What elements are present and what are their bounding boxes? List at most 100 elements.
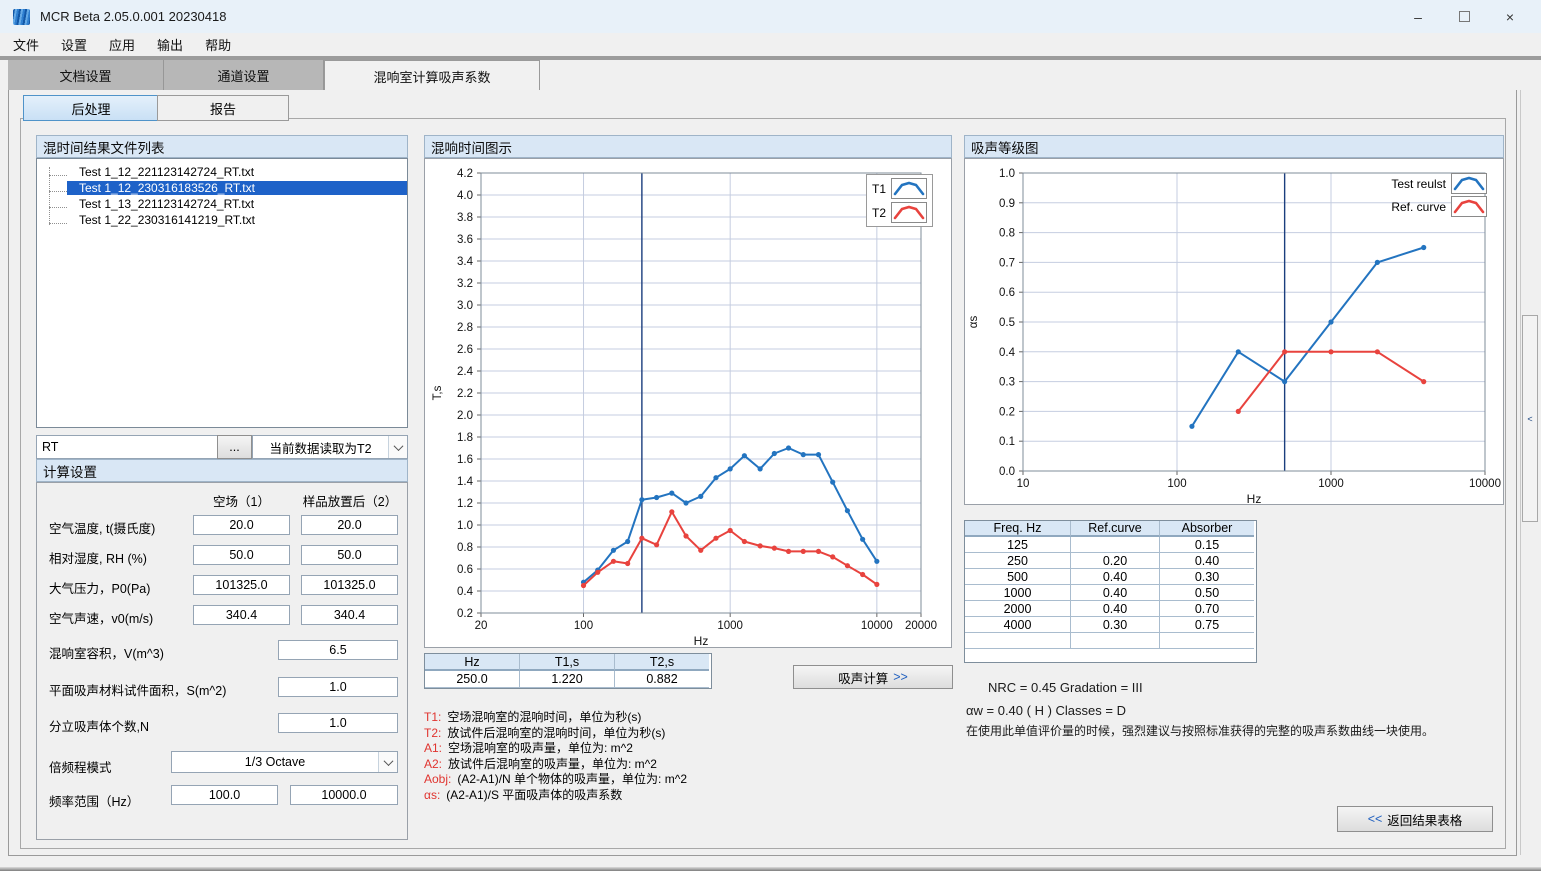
grade-chart-panel-title: 吸声等级图 [964,135,1504,158]
legend-label: Test reulst [1391,177,1446,191]
grade-table-header-cell: Ref.curve [1071,521,1160,537]
calc-field-empty-room[interactable] [193,545,290,565]
grade-table-cell: 0.40 [1071,585,1160,601]
calc-field-with-sample[interactable] [301,545,398,565]
subtab-postprocess[interactable]: 后处理 [23,95,159,121]
tab-0[interactable]: 文档设置 [8,60,164,90]
calc-single-field[interactable] [278,677,398,697]
cursor-table-cell: 0.882 [615,671,709,688]
file-name: Test 1_12_221123142724_RT.txt [67,165,407,179]
window-title: MCR Beta 2.05.0.001 20230418 [40,9,226,24]
svg-text:0.0: 0.0 [999,466,1015,478]
grade-table-cell: 0.30 [1071,617,1160,633]
grade-table-cell: 0.75 [1160,617,1254,633]
svg-text:3.6: 3.6 [457,234,473,246]
definition-text: (A2-A1)/S 平面吸声体的吸声系数 [446,788,622,802]
calc-single-field[interactable] [278,640,398,660]
svg-text:3.8: 3.8 [457,212,473,224]
definition-line: αs:(A2-A1)/S 平面吸声体的吸声系数 [424,786,954,802]
definition-text: 放试件后混响室的吸声量，单位为: m^2 [448,757,657,771]
dropdown-button[interactable] [378,752,397,772]
octave-mode-value: 1/3 Octave [172,755,378,769]
close-button[interactable]: × [1487,0,1533,33]
grade-table-cell: 0.40 [1160,553,1254,569]
grade-table-header-cell: Absorber [1160,521,1254,537]
cursor-table-header-cell: T2,s [615,654,709,671]
freq-max-field[interactable] [290,785,398,805]
file-list-item[interactable]: Test 1_12_230316183526_RT.txt [49,180,407,196]
grade-table-row: 1250.15 [965,537,1256,553]
cursor-table-header-row: HzT1,sT2,s [425,654,711,671]
svg-text:Hz: Hz [1247,492,1262,504]
definition-term: A2: [424,757,442,771]
symbol-definitions: T1:空场混响室的混响时间，单位为秒(s)T2:放试件后混响室的混响时间，单位为… [424,708,954,802]
tree-branch-icon [49,191,67,192]
window-controls: – × [1395,0,1533,33]
legend-row: T2 [872,202,927,223]
subtab-report[interactable]: 报告 [157,95,289,121]
svg-text:0.6: 0.6 [457,564,473,576]
svg-text:100: 100 [574,620,593,632]
menu-item-1[interactable]: 设置 [50,35,98,54]
grade-table-cell: 0.40 [1071,569,1160,585]
calc-field-with-sample[interactable] [301,515,398,535]
rt-file-list[interactable]: Test 1_12_221123142724_RT.txtTest 1_12_2… [36,158,408,428]
grade-table-cell: 2000 [965,601,1071,617]
legend-row: T1 [872,178,927,199]
dropdown-button[interactable] [388,436,407,458]
grade-table-cell: 0.70 [1160,601,1254,617]
definition-line: A1:空场混响室的吸声量，单位为: m^2 [424,739,954,755]
maximize-button[interactable] [1441,0,1487,33]
absorb-calc-button[interactable]: 吸声计算 >> [793,665,953,689]
calc-field-with-sample[interactable] [301,575,398,595]
cursor-table-header-cell: T1,s [520,654,615,671]
file-list-item[interactable]: Test 1_22_230316141219_RT.txt [49,212,407,228]
back-to-results-button[interactable]: << 返回结果表格 [1337,806,1493,832]
close-icon: × [1506,9,1514,25]
svg-text:4.2: 4.2 [457,168,473,180]
calc-field-empty-room[interactable] [193,515,290,535]
maximize-icon [1459,11,1470,22]
svg-text:3.4: 3.4 [457,256,474,268]
calc-single-field[interactable] [278,713,398,733]
rt-name-input[interactable] [36,435,218,459]
grade-table-cell: 0.50 [1160,585,1254,601]
file-list-item[interactable]: Test 1_13_221123142724_RT.txt [49,196,407,212]
svg-text:0.1: 0.1 [999,436,1015,448]
legend-row: Ref. curve [1391,196,1487,217]
svg-text:2.8: 2.8 [457,322,473,334]
data-target-dropdown[interactable]: 当前数据读取为T2 [252,435,408,459]
browse-button[interactable]: ... [217,435,252,459]
grade-table-cell: 250 [965,553,1071,569]
menu-item-2[interactable]: 应用 [98,35,146,54]
definition-line: T1:空场混响室的混响时间，单位为秒(s) [424,708,954,724]
menu-item-4[interactable]: 帮助 [194,35,242,54]
svg-text:0.4: 0.4 [999,347,1016,359]
grade-table-cell [1160,633,1254,649]
collapse-arrow-icon: < [1527,414,1532,424]
calc-field-empty-room[interactable] [193,575,290,595]
collapse-panel-handle[interactable]: < [1522,315,1538,522]
file-list-item[interactable]: Test 1_12_221123142724_RT.txt [49,164,407,180]
freq-min-field[interactable] [171,785,278,805]
menu-item-0[interactable]: 文件 [2,35,50,54]
rt-chart[interactable]: 0.20.40.60.81.01.21.41.61.82.02.22.42.62… [425,159,951,647]
svg-text:2.2: 2.2 [457,388,473,400]
tab-1[interactable]: 通道设置 [164,60,324,90]
octave-mode-label: 倍频程模式 [49,757,112,776]
menu-item-3[interactable]: 输出 [146,35,194,54]
svg-text:4.0: 4.0 [457,190,473,202]
calc-field-with-sample[interactable] [301,605,398,625]
octave-mode-dropdown[interactable]: 1/3 Octave [171,751,398,773]
legend-row: Test reulst [1391,173,1487,194]
rt-chart-legend: T1T2 [866,174,933,227]
tab-2[interactable]: 混响室计算吸声系数 [324,60,540,91]
calc-field-empty-room[interactable] [193,605,290,625]
minimize-button[interactable]: – [1395,0,1441,33]
calc-settings-title: 计算设置 [36,459,408,482]
tree-branch-icon [49,207,67,208]
grade-table-cell: 125 [965,537,1071,553]
file-list-panel-title: 混时间结果文件列表 [36,135,408,158]
definition-text: 空场混响室的混响时间，单位为秒(s) [447,710,641,724]
grade-table-row: 40000.300.75 [965,617,1256,633]
